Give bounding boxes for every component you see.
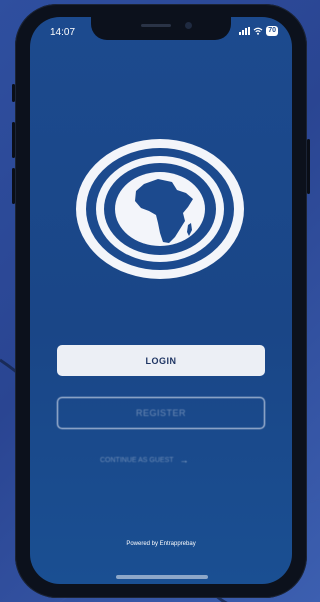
login-button[interactable]: LOGIN <box>57 345 265 376</box>
front-camera <box>185 22 192 29</box>
powered-by-text: Powered by Entrapprebay <box>126 541 196 547</box>
volume-down-button <box>12 168 15 204</box>
app-screen: 14:07 70 LOGIN REGISTER CONTINUE AS GUES… <box>30 17 292 584</box>
volume-up-button <box>12 122 15 158</box>
status-time: 14:07 <box>50 27 76 38</box>
continue-as-guest-link[interactable]: CONTINUE AS GUEST → <box>100 454 225 466</box>
status-icons: 70 <box>239 26 278 36</box>
power-button <box>307 139 310 194</box>
battery-icon: 70 <box>266 26 278 36</box>
silent-switch <box>12 84 15 102</box>
wifi-icon <box>253 27 263 35</box>
register-button[interactable]: REGISTER <box>57 397 265 429</box>
speaker <box>141 24 171 27</box>
home-indicator[interactable] <box>116 575 208 579</box>
signal-icon <box>239 27 251 35</box>
arrow-right-icon: → <box>179 455 189 465</box>
logo <box>76 139 244 279</box>
notch <box>91 17 231 40</box>
guest-label: CONTINUE AS GUEST <box>100 456 174 464</box>
